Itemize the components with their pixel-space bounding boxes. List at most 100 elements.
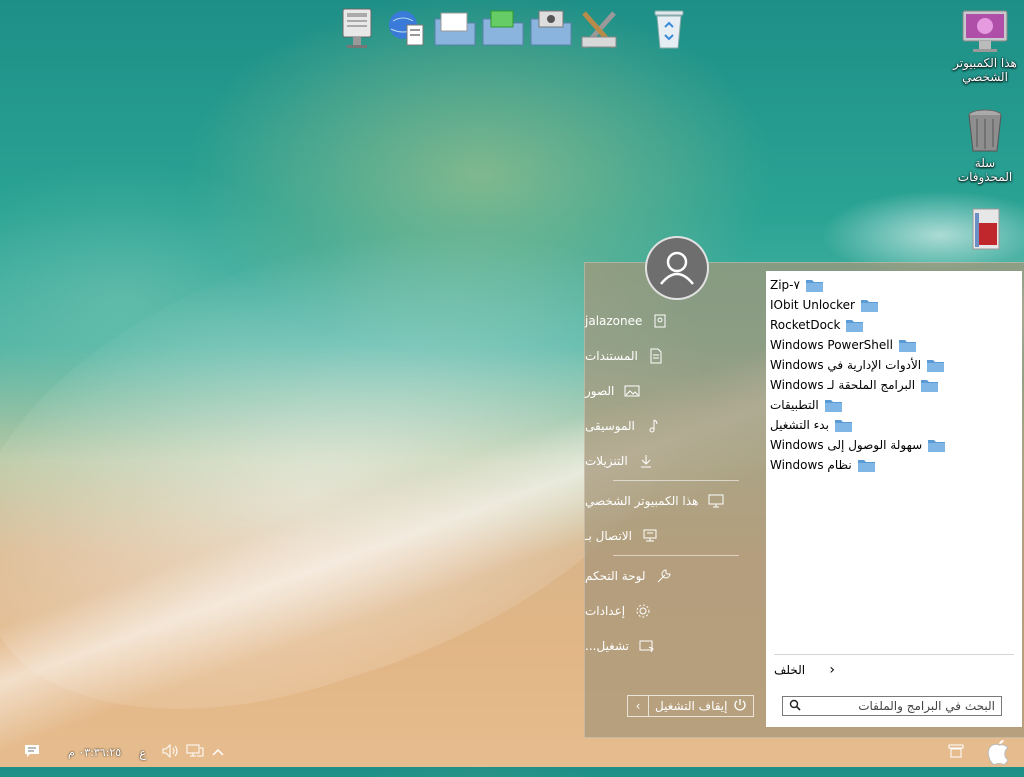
power-icon — [733, 698, 747, 715]
start-item-label: التنزيلات — [585, 453, 628, 468]
volume-icon[interactable] — [162, 743, 180, 761]
image-icon — [622, 381, 642, 401]
program-label: سهولة الوصول إلى Windows — [770, 438, 923, 452]
documents-folder-icon[interactable] — [432, 6, 478, 52]
program-item[interactable]: Zip-۷ — [770, 275, 1010, 295]
start-item-label: المستندات — [585, 348, 638, 363]
user-avatar-icon[interactable] — [645, 236, 709, 300]
start-item-label: الاتصال بـ — [585, 528, 632, 543]
folder-icon — [834, 419, 852, 432]
folder-icon — [921, 379, 939, 392]
folder-icon — [846, 319, 864, 332]
start-item-control-panel[interactable]: لوحة التحكم — [585, 558, 765, 593]
folder-icon — [857, 459, 875, 472]
start-item-pictures[interactable]: الصور — [585, 373, 765, 408]
folder-icon — [860, 299, 878, 312]
program-item[interactable]: الأدوات الإدارية في Windows — [770, 355, 1010, 375]
start-item-downloads[interactable]: التنزيلات — [585, 443, 765, 478]
folder-icon — [927, 359, 945, 372]
run-icon — [637, 636, 657, 656]
language-indicator[interactable]: ع — [139, 746, 146, 760]
archive-desktop-icon[interactable] — [946, 206, 1024, 254]
apple-start-button-icon[interactable] — [982, 734, 1016, 771]
folder-icon — [898, 339, 916, 352]
media-folder-icon[interactable] — [528, 6, 574, 52]
this-pc-desktop-icon[interactable]: هذا الكمبيوتر الشخصي — [946, 8, 1024, 84]
program-item[interactable]: سهولة الوصول إلى Windows — [770, 435, 1010, 455]
search-input[interactable]: البحث في البرامج والملفات — [782, 696, 1002, 716]
archive-icon — [960, 206, 1010, 252]
chevron-left-icon: ‹ — [829, 662, 835, 678]
network-globe-icon[interactable] — [384, 6, 430, 52]
document-icon — [646, 346, 666, 366]
program-item[interactable]: البرامج الملحقة لـ Windows — [770, 375, 1010, 395]
dock — [336, 6, 694, 54]
clock[interactable]: ٠٣:٣٦:٢٥ م — [68, 746, 121, 759]
notification-icon[interactable] — [24, 743, 40, 762]
folder-icon — [928, 439, 946, 452]
search-placeholder: البحث في البرامج والملفات — [858, 699, 995, 713]
power-row: ‹ إيقاف التشغيل — [627, 695, 755, 717]
program-label: بدء التشغيل — [770, 418, 829, 432]
start-left-list: jalazonee المستندات الصور الموسيقى التنز… — [585, 303, 765, 663]
folder-icon — [805, 279, 823, 292]
shutdown-label: إيقاف التشغيل — [655, 699, 728, 713]
trash-icon — [960, 108, 1010, 154]
display-settings-icon[interactable] — [336, 6, 382, 52]
program-label: Windows PowerShell — [770, 338, 893, 352]
start-item-connect[interactable]: الاتصال بـ — [585, 518, 765, 553]
tools-icon[interactable] — [576, 6, 622, 52]
start-item-label: إعدادات — [585, 603, 626, 618]
start-item-label: jalazonee — [585, 313, 643, 328]
system-tray: ٠٣:٣٦:٢٥ م ع — [24, 743, 224, 762]
back-label: الخلف — [774, 663, 806, 677]
start-item-label: لوحة التحكم — [585, 568, 646, 583]
program-item[interactable]: IObit Unlocker — [770, 295, 1010, 315]
program-item[interactable]: بدء التشغيل — [770, 415, 1010, 435]
separator — [613, 480, 739, 481]
program-label: التطبيقات — [770, 398, 819, 412]
search-icon — [789, 699, 801, 714]
connect-icon — [640, 526, 660, 546]
start-item-label: الصور — [585, 383, 615, 398]
program-label: RocketDock — [770, 318, 841, 332]
program-item[interactable]: Windows PowerShell — [770, 335, 1010, 355]
program-label: نظام Windows — [770, 458, 852, 472]
network-icon[interactable] — [186, 744, 204, 761]
start-item-label: تشغيل... — [585, 638, 629, 653]
back-button[interactable]: ‹ الخلف — [774, 654, 1014, 685]
program-item[interactable]: نظام Windows — [770, 455, 1010, 475]
shutdown-button[interactable]: إيقاف التشغيل — [649, 695, 755, 717]
music-note-icon — [643, 416, 663, 436]
imac-icon — [960, 8, 1010, 54]
start-item-label: هذا الكمبيوتر الشخصي — [585, 493, 699, 508]
program-label: Zip-۷ — [770, 278, 800, 292]
recycle-bin-desktop-icon[interactable]: سلة المحذوفات — [946, 108, 1024, 184]
wrench-icon — [654, 566, 674, 586]
start-item-label: الموسيقى — [585, 418, 635, 433]
start-item-this-pc[interactable]: هذا الكمبيوتر الشخصي — [585, 483, 765, 518]
start-item-user[interactable]: jalazonee — [585, 303, 765, 338]
pictures-folder-icon[interactable] — [480, 6, 526, 52]
task-view-icon[interactable] — [948, 744, 964, 761]
program-label: البرامج الملحقة لـ Windows — [770, 378, 916, 392]
download-icon — [636, 451, 656, 471]
chevron-up-icon[interactable] — [212, 746, 224, 760]
folder-icon — [824, 399, 842, 412]
start-menu: jalazonee المستندات الصور الموسيقى التنز… — [584, 236, 1024, 738]
program-item[interactable]: التطبيقات — [770, 395, 1010, 415]
start-item-documents[interactable]: المستندات — [585, 338, 765, 373]
user-folder-icon — [650, 311, 670, 331]
power-options-button[interactable]: ‹ — [627, 695, 649, 717]
programs-list: Zip-۷ IObit Unlocker RocketDock Windows … — [770, 275, 1010, 475]
start-item-run[interactable]: تشغيل... — [585, 628, 765, 663]
start-item-settings[interactable]: إعدادات — [585, 593, 765, 628]
program-item[interactable]: RocketDock — [770, 315, 1010, 335]
start-item-music[interactable]: الموسيقى — [585, 408, 765, 443]
taskbar-right — [948, 737, 1016, 767]
desktop-icon-label: هذا الكمبيوتر الشخصي — [953, 56, 1017, 84]
taskbar: ٠٣:٣٦:٢٥ م ع — [0, 737, 1024, 767]
computer-icon — [706, 491, 726, 511]
program-label: IObit Unlocker — [770, 298, 855, 312]
recycle-bin-icon[interactable] — [646, 6, 692, 52]
